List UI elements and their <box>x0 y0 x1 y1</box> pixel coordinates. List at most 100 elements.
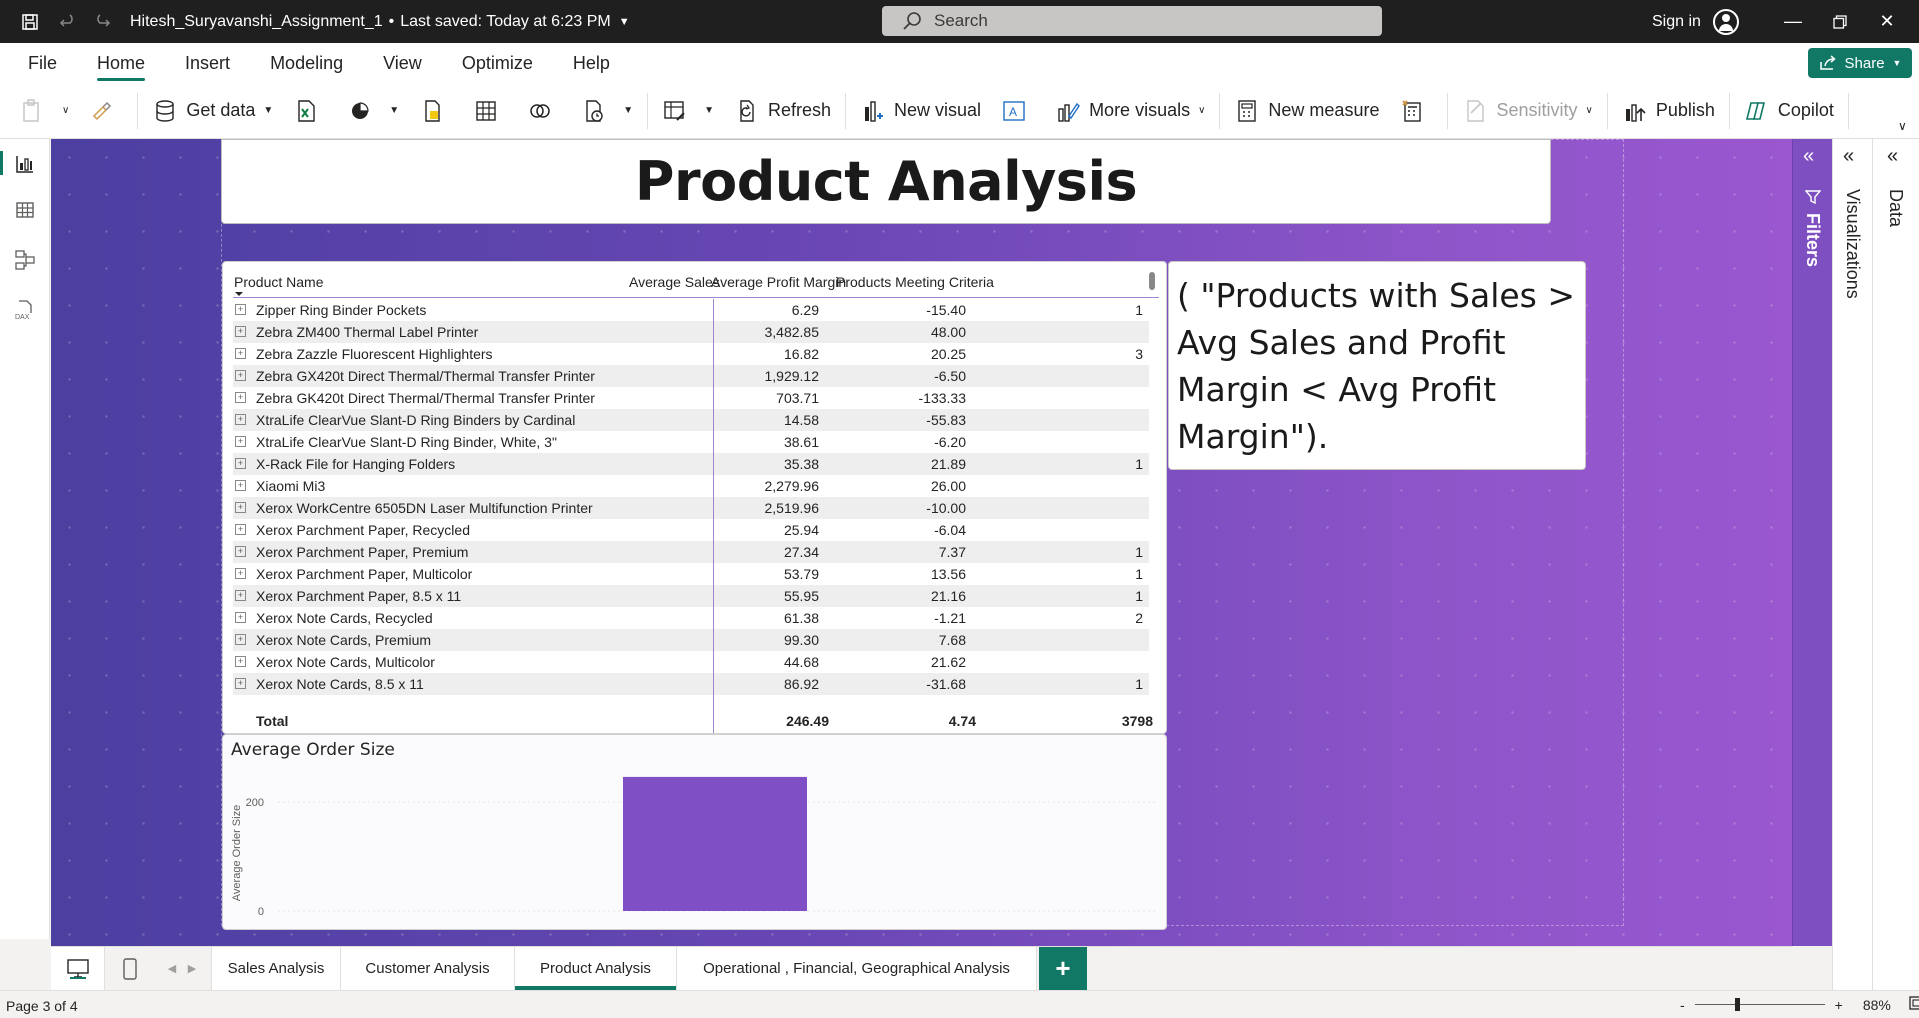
more-visuals-button[interactable]: More visuals ∨ <box>1045 91 1215 131</box>
transform-button[interactable]: ▼ <box>652 91 724 131</box>
report-title-card[interactable]: Product Analysis <box>221 139 1551 224</box>
new-measure-button[interactable]: New measure <box>1224 91 1389 131</box>
chevron-down-icon[interactable]: ▼ <box>619 16 630 28</box>
table-row[interactable]: + Xiaomi Mi3 2,279.96 26.00 <box>233 475 1149 497</box>
column-header-average-profit-margin[interactable]: Average Profit Margin <box>711 274 846 290</box>
expand-row-icon[interactable]: + <box>235 612 246 623</box>
expand-row-icon[interactable]: + <box>235 524 246 535</box>
table-row[interactable]: + Xerox Parchment Paper, Recycled 25.94 -6.… <box>233 519 1149 541</box>
share-button[interactable]: Share ▼ <box>1808 48 1912 78</box>
fit-to-page-icon[interactable] <box>1909 996 1919 1013</box>
expand-row-icon[interactable]: + <box>235 656 246 667</box>
collapse-ribbon-icon[interactable]: ∨ <box>1898 119 1907 133</box>
expand-row-icon[interactable]: + <box>235 392 246 403</box>
excel-button[interactable] <box>283 91 337 131</box>
expand-row-icon[interactable]: + <box>235 436 246 447</box>
enter-data-button[interactable] <box>463 91 517 131</box>
table-row[interactable]: + Xerox Note Cards, Premium 99.30 7.68 <box>233 629 1149 651</box>
undo-icon[interactable] <box>54 8 82 36</box>
expand-row-icon[interactable]: + <box>235 590 246 601</box>
saved-status[interactable]: Last saved: Today at 6:23 PM <box>400 13 611 31</box>
menu-file[interactable]: File <box>0 43 77 83</box>
expand-row-icon[interactable]: + <box>235 480 246 491</box>
file-name[interactable]: Hitesh_Suryavanshi_Assignment_1 <box>130 13 383 31</box>
table-row[interactable]: + Zebra GK420t Direct Thermal/Thermal Tra… <box>233 387 1149 409</box>
table-scrollbar[interactable] <box>1149 272 1155 290</box>
transform-data-button[interactable]: ▼ <box>571 91 643 131</box>
sensitivity-button[interactable]: Sensitivity ∨ <box>1452 91 1602 131</box>
search-input[interactable]: Search <box>882 6 1382 36</box>
average-order-size-chart[interactable]: Average Order Size 0 200 Average Order Siz… <box>222 734 1167 930</box>
menu-view[interactable]: View <box>363 43 442 83</box>
zoom-in-button[interactable]: + <box>1835 997 1843 1013</box>
table-row[interactable]: + Xerox WorkCentre 6505DN Laser Multifunc… <box>233 497 1149 519</box>
scroll-left-icon[interactable]: ◀ <box>163 947 181 990</box>
data-pane[interactable]: « Data <box>1872 139 1919 1009</box>
table-row[interactable]: + Xerox Note Cards, Recycled 61.38 -1.21 2 <box>233 607 1149 629</box>
expand-row-icon[interactable]: + <box>235 414 246 425</box>
expand-row-icon[interactable]: + <box>235 502 246 513</box>
expand-row-icon[interactable]: + <box>235 458 246 469</box>
table-row[interactable]: + Xerox Parchment Paper, Multicolor 53.79 1… <box>233 563 1149 585</box>
sort-descending-icon[interactable] <box>235 292 243 296</box>
filters-pane[interactable]: « Filters <box>1792 139 1832 946</box>
save-icon[interactable] <box>16 8 44 36</box>
expand-visualizations-icon[interactable]: « <box>1843 145 1854 168</box>
expand-data-icon[interactable]: « <box>1887 145 1898 168</box>
column-header-average-sales[interactable]: Average Sales <box>629 274 720 290</box>
desktop-layout-icon[interactable] <box>51 947 105 990</box>
table-row[interactable]: + Zipper Ring Binder Pockets 6.29 -15.40 1 <box>233 299 1149 321</box>
refresh-button[interactable]: Refresh <box>724 91 841 131</box>
table-row[interactable]: + Zebra ZM400 Thermal Label Printer 3,482.… <box>233 321 1149 343</box>
dax-query-view-icon[interactable]: DAX <box>12 297 38 323</box>
format-painter-button[interactable] <box>79 91 133 131</box>
add-page-button[interactable]: + <box>1039 947 1087 990</box>
table-row[interactable]: + Xerox Note Cards, Multicolor 44.68 21.62 <box>233 651 1149 673</box>
expand-row-icon[interactable]: + <box>235 678 246 689</box>
table-row[interactable]: + X-Rack File for Hanging Folders 35.38 21.… <box>233 453 1149 475</box>
report-canvas[interactable]: Product Analysis Product Name Average Sa… <box>51 139 1792 946</box>
data-hub-button[interactable]: ▼ <box>337 91 409 131</box>
paste-button[interactable]: ∨ <box>0 91 79 131</box>
tab-customer-analysis[interactable]: Customer Analysis <box>341 947 515 990</box>
publish-button[interactable]: Publish <box>1612 91 1725 131</box>
zoom-slider[interactable] <box>1694 998 1825 1011</box>
recent-sources-button[interactable] <box>517 91 571 131</box>
restore-icon[interactable] <box>1817 0 1863 43</box>
zoom-slider-thumb[interactable] <box>1734 998 1740 1011</box>
bar[interactable] <box>623 776 807 911</box>
mobile-layout-icon[interactable] <box>105 947 155 990</box>
dataverse-button[interactable] <box>409 91 463 131</box>
table-row[interactable]: + Xerox Parchment Paper, 8.5 x 11 55.95 21.… <box>233 585 1149 607</box>
column-header-products-meeting-criteria[interactable]: Products Meeting Criteria <box>836 274 994 290</box>
menu-modeling[interactable]: Modeling <box>250 43 363 83</box>
model-view-icon[interactable] <box>12 247 38 273</box>
menu-insert[interactable]: Insert <box>165 43 250 83</box>
sign-in-button[interactable]: Sign in <box>1652 0 1739 43</box>
zoom-out-button[interactable]: - <box>1680 997 1685 1013</box>
report-view-icon[interactable] <box>12 151 38 177</box>
column-header-product-name[interactable]: Product Name <box>234 274 323 290</box>
menu-help[interactable]: Help <box>553 43 630 83</box>
menu-optimize[interactable]: Optimize <box>442 43 553 83</box>
expand-row-icon[interactable]: + <box>235 568 246 579</box>
product-table-visual[interactable]: Product Name Average Sales Average Profi… <box>222 261 1167 734</box>
copilot-button[interactable]: Copilot <box>1734 91 1844 131</box>
zoom-level[interactable]: 88% <box>1863 997 1891 1013</box>
expand-row-icon[interactable]: + <box>235 546 246 557</box>
expand-row-icon[interactable]: + <box>235 326 246 337</box>
text-box-button[interactable]: A <box>991 91 1045 131</box>
table-row[interactable]: + Xerox Note Cards, 8.5 x 11 86.92 -31.68 1 <box>233 673 1149 695</box>
table-row[interactable]: + Xerox Parchment Paper, Premium 27.34 7.37… <box>233 541 1149 563</box>
tab-product-analysis[interactable]: Product Analysis <box>515 947 677 990</box>
quick-measure-button[interactable] <box>1389 91 1443 131</box>
expand-row-icon[interactable]: + <box>235 304 246 315</box>
scroll-right-icon[interactable]: ▶ <box>183 947 201 990</box>
expand-row-icon[interactable]: + <box>235 370 246 381</box>
redo-icon[interactable] <box>88 8 116 36</box>
table-row[interactable]: + XtraLife ClearVue Slant-D Ring Binder, … <box>233 431 1149 453</box>
criteria-text-box[interactable]: ( "Products with Sales > Avg Sales and P… <box>1168 261 1586 470</box>
visualizations-pane[interactable]: « Visualizations <box>1832 139 1872 1009</box>
tab-operational-financial-geographical-analysis[interactable]: Operational , Financial, Geographical An… <box>677 947 1037 990</box>
expand-row-icon[interactable]: + <box>235 634 246 645</box>
